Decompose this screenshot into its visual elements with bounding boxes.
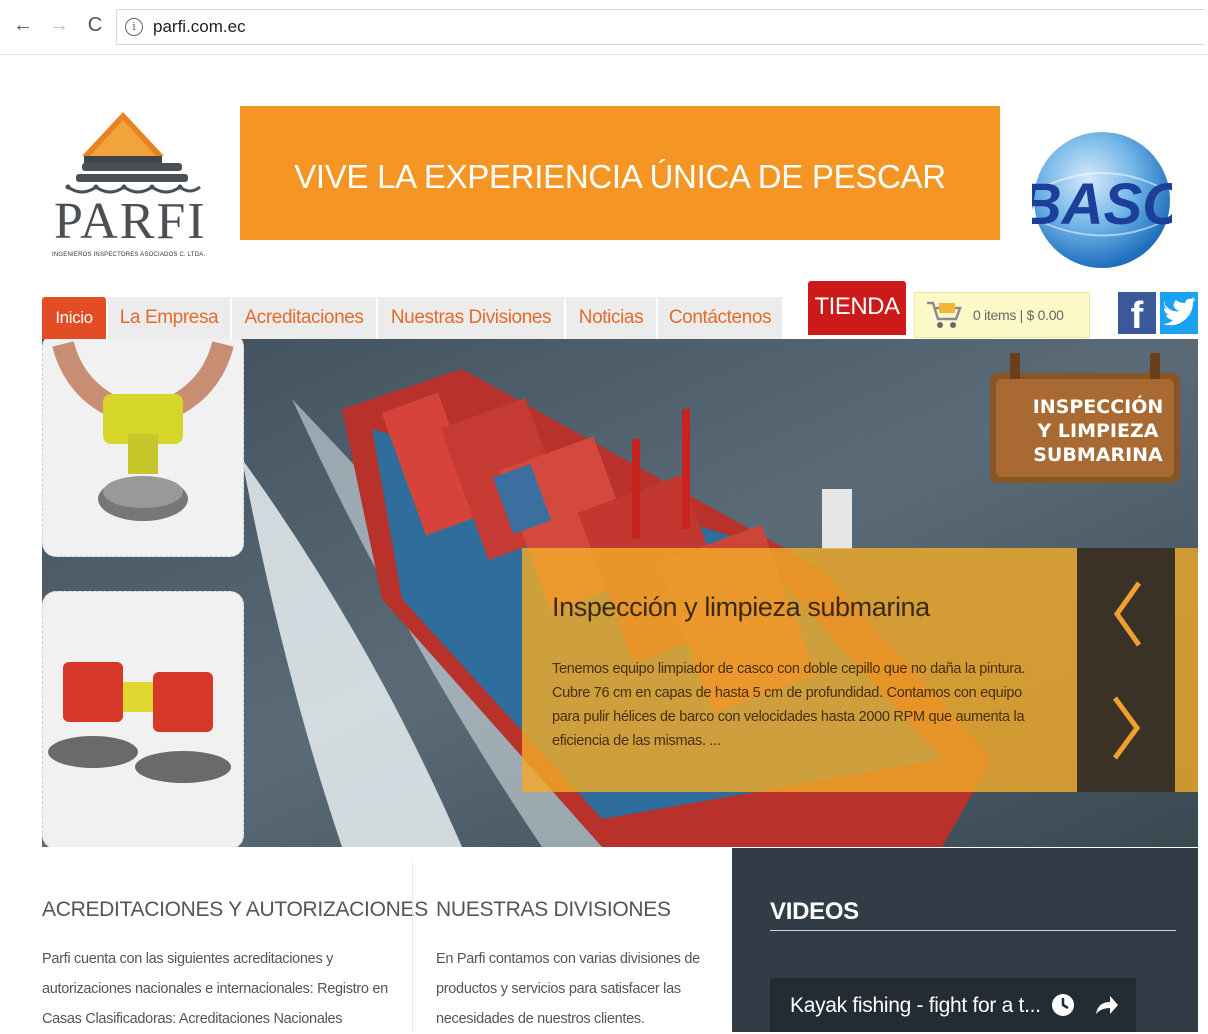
column-divider <box>412 862 413 1032</box>
chevron-left-icon <box>1113 581 1142 647</box>
info-icon[interactable]: i <box>125 18 143 36</box>
cart-summary: 0 items | $ 0.00 <box>973 307 1064 323</box>
slide-description: Tenemos equipo limpiador de casco con do… <box>552 661 1026 749</box>
videos-divider <box>770 930 1176 931</box>
nav-item-inicio[interactable]: Inicio <box>42 297 106 339</box>
thumbnail-hull-cleaner[interactable] <box>42 339 244 557</box>
share-icon[interactable] <box>1092 992 1120 1018</box>
logo-text[interactable]: PARFI <box>54 196 207 248</box>
section-body-divisiones: En Parfi contamos con varias divisiones … <box>436 951 700 1027</box>
parfi-logo-roof-icon <box>82 112 164 164</box>
watch-later-icon[interactable] <box>1050 992 1076 1018</box>
back-icon[interactable]: ← <box>12 14 34 36</box>
nav-item-nuestras-divisiones[interactable]: Nuestras Divisiones <box>378 297 564 339</box>
sign-line-1: INSPECCIÓN <box>1033 394 1164 418</box>
facebook-icon[interactable]: f <box>1118 292 1156 337</box>
slide-caption: Inspección y limpieza submarina Tenemos … <box>522 548 1077 792</box>
videos-title: VIDEOS <box>770 898 859 925</box>
nav-item-contactenos[interactable]: Contáctenos <box>658 297 782 339</box>
slide-title: Inspección y limpieza submarina <box>552 592 930 622</box>
video-player[interactable]: Kayak fishing - fight for a t... <box>770 978 1136 1032</box>
slider-prev-button[interactable] <box>1077 548 1175 670</box>
tienda-button[interactable]: TIENDA <box>808 281 906 335</box>
nav-item-acreditaciones[interactable]: Acreditaciones <box>232 297 376 339</box>
address-bar[interactable]: i parfi.com.ec <box>116 9 1205 45</box>
twitter-bird-icon <box>1163 297 1196 326</box>
video-title[interactable]: Kayak fishing - fight for a t... <box>790 994 1041 1018</box>
basc-logo[interactable]: BASC <box>1032 128 1172 274</box>
videos-panel: VIDEOS Kayak fishing - fight for a t... <box>732 848 1198 1032</box>
promo-banner[interactable]: VIVE LA EXPERIENCIA ÚNICA DE PESCAR <box>240 106 1000 240</box>
propeller-polisher-image <box>48 662 231 783</box>
section-title-divisiones[interactable]: NUESTRAS DIVISIONES <box>436 898 671 922</box>
browser-toolbar: ← → C i parfi.com.ec <box>0 0 1208 55</box>
section-title-acreditaciones[interactable]: ACREDITACIONES Y AUTORIZACIONES <box>42 898 428 922</box>
slider-next-button[interactable] <box>1077 670 1175 792</box>
url-text[interactable]: parfi.com.ec <box>153 17 246 37</box>
nav-item-noticias[interactable]: Noticias <box>566 297 656 339</box>
thumbnail-propeller-polisher[interactable] <box>42 591 244 847</box>
cart-widget[interactable]: 0 items | $ 0.00 <box>914 292 1090 338</box>
basc-logo-text: BASC <box>1032 172 1172 237</box>
nav-item-la-empresa[interactable]: La Empresa <box>108 297 230 339</box>
sign-line-3: SUBMARINA <box>1033 444 1163 466</box>
shopping-cart-icon <box>927 301 962 328</box>
twitter-icon[interactable] <box>1160 292 1198 334</box>
caption-edge <box>1175 548 1198 792</box>
sign-line-2: Y LIMPIEZA <box>1037 420 1159 442</box>
inspeccion-sign-image: INSPECCIÓN Y LIMPIEZA SUBMARINA <box>990 353 1180 483</box>
section-body-acreditaciones: Parfi cuenta con las siguientes acredita… <box>42 951 388 1027</box>
hull-cleaner-image <box>52 340 234 521</box>
logo-subtitle: INGENIEROS INSPECTORES ASOCIADOS C. LTDA… <box>52 252 206 258</box>
chevron-right-icon <box>1112 696 1141 760</box>
hero-slider[interactable]: INSPECCIÓN Y LIMPIEZA SUBMARINA Inspecci… <box>42 339 1198 847</box>
reload-icon[interactable]: C <box>84 14 106 36</box>
forward-icon[interactable]: → <box>48 14 70 36</box>
banner-text: VIVE LA EXPERIENCIA ÚNICA DE PESCAR <box>294 158 946 195</box>
